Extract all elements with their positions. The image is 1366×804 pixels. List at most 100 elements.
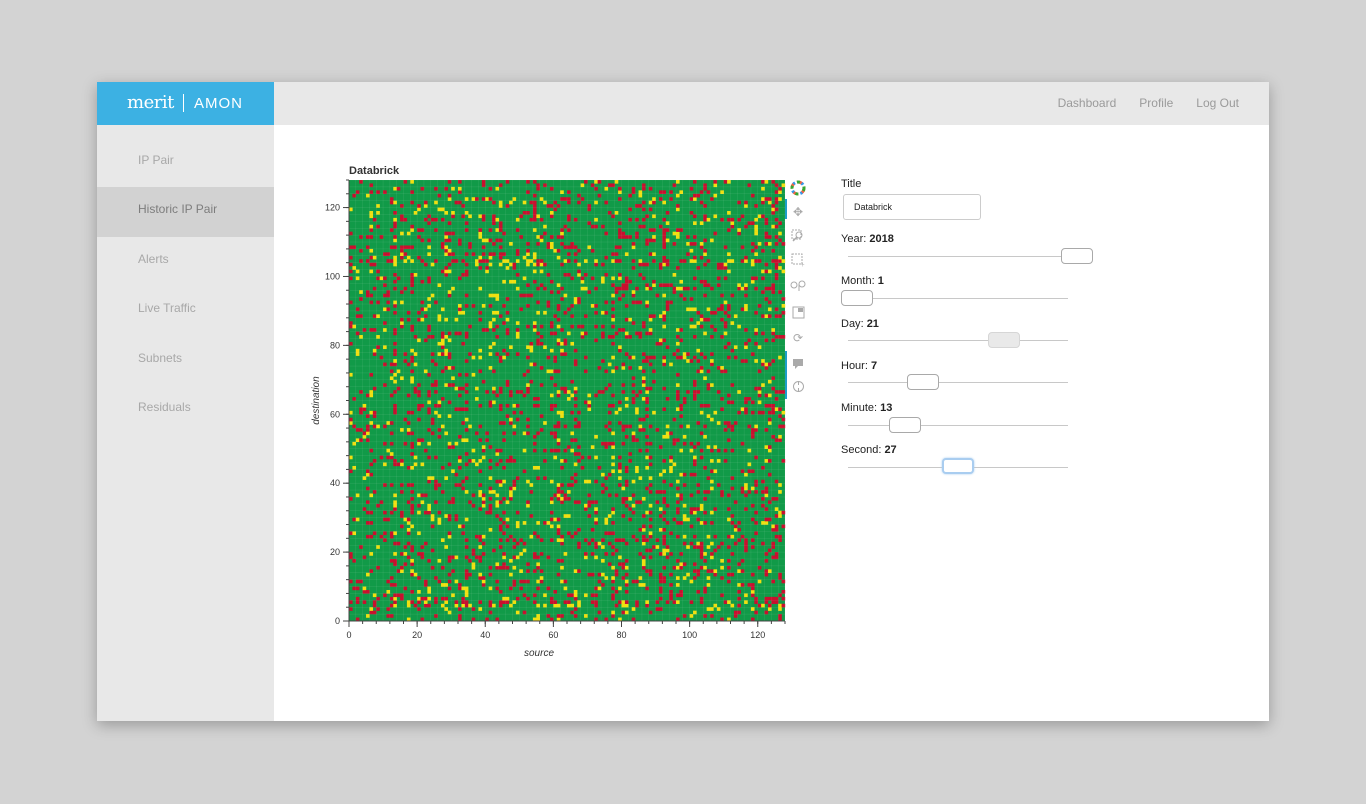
minute-slider-handle[interactable] — [889, 417, 922, 433]
heatmap-cell-red — [410, 283, 414, 288]
heatmap-cell-yellow — [767, 607, 772, 611]
heatmap-cell-red — [584, 314, 588, 319]
crosshair-icon[interactable] — [788, 376, 808, 396]
wheel-zoom-icon[interactable] — [788, 276, 808, 296]
heatmap-cell-red — [744, 507, 748, 511]
heatmap-cell-yellow — [611, 259, 615, 263]
heatmap-cell-red — [417, 417, 421, 422]
heatmap-cell-red — [778, 576, 782, 580]
heatmap-cell-red — [532, 204, 537, 208]
heatmap-cell-red — [703, 217, 707, 222]
heatmap-cell-red — [556, 558, 561, 563]
heatmap-cell-red — [573, 472, 578, 477]
heatmap-cell-red — [464, 335, 469, 339]
heatmap-cell-red — [440, 369, 445, 374]
year-slider-track[interactable] — [848, 256, 1068, 257]
hour-slider-track[interactable] — [848, 382, 1068, 383]
title-input[interactable] — [843, 194, 981, 220]
heatmap-cell-red — [349, 469, 353, 474]
minute-slider-track[interactable] — [848, 425, 1068, 426]
nav-dashboard-link[interactable]: Dashboard — [1058, 96, 1117, 110]
heatmap-cell-yellow — [611, 576, 615, 580]
nav-logout-link[interactable]: Log Out — [1196, 96, 1239, 110]
box-select-icon[interactable]: + — [788, 250, 808, 270]
heatmap-cell-red — [665, 555, 670, 560]
heatmap-cell-yellow — [737, 283, 741, 288]
heatmap-cell-yellow — [512, 279, 517, 284]
heatmap-cell-yellow — [444, 607, 448, 611]
heatmap-cell-red — [648, 490, 653, 494]
heatmap-cell-red — [624, 335, 629, 339]
heatmap-cell-red — [703, 589, 707, 594]
month-slider-handle[interactable] — [841, 290, 873, 306]
heatmap-cell-red — [413, 603, 418, 608]
heatmap-cell-red — [403, 417, 408, 422]
heatmap-cell-red — [750, 410, 755, 415]
heatmap-cell-red — [767, 548, 772, 553]
heatmap-cell-red — [464, 304, 469, 308]
heatmap-cell-red — [393, 541, 397, 546]
heatmap-cell-red — [495, 238, 500, 243]
heatmap-cell-red — [720, 317, 724, 322]
heatmap-cell-yellow — [485, 238, 489, 243]
heatmap-cell-yellow — [481, 579, 486, 584]
save-icon[interactable] — [788, 302, 808, 322]
heatmap-cell-yellow — [560, 190, 564, 194]
heatmap-cell-red — [740, 359, 745, 363]
heatmap-cell-red — [406, 431, 411, 436]
heatmap-cell-red — [628, 459, 632, 463]
heatmap-cell-red — [417, 383, 421, 387]
day-slider-handle[interactable] — [988, 332, 1021, 348]
box-zoom-icon[interactable] — [788, 226, 808, 246]
heatmap-cell-yellow — [567, 514, 571, 518]
heatmap-cell-red — [488, 572, 493, 577]
hover-icon[interactable] — [788, 354, 808, 374]
heatmap-cell-yellow — [761, 197, 765, 201]
heatmap-cell-red — [563, 224, 568, 229]
heatmap-cell-yellow — [587, 245, 592, 250]
heatmap-cell-red — [447, 352, 452, 356]
heatmap-cell-red — [362, 555, 367, 560]
heatmap-cell-red — [771, 338, 775, 343]
month-slider-track[interactable] — [848, 298, 1068, 299]
heatmap-cell-red — [584, 369, 588, 374]
heatmap-cell-red — [389, 259, 394, 263]
heatmap-cell-red — [464, 383, 469, 387]
pan-icon[interactable]: ✥ — [788, 202, 808, 222]
heatmap-cell-yellow — [440, 338, 445, 343]
heatmap-cell-yellow — [492, 400, 496, 405]
heatmap-cell-yellow — [355, 276, 360, 281]
heatmap-cell-red — [703, 490, 707, 494]
heatmap-cell-red — [502, 304, 506, 308]
heatmap-cell-red — [349, 262, 353, 267]
heatmap-cell-yellow — [665, 431, 670, 436]
heatmap-cell-red — [420, 307, 425, 312]
heatmap-cell-red — [638, 500, 643, 505]
logo-icon[interactable] — [788, 178, 808, 198]
heatmap-cell-red — [594, 541, 598, 546]
heatmap-cell-yellow — [471, 459, 476, 463]
heatmap-cell-yellow — [693, 259, 697, 263]
heatmap-chart[interactable]: 0 20 40 60 80 100 120020406080100120sourcedest… — [97, 82, 837, 682]
heatmap-cell-red — [727, 421, 731, 425]
heatmap-cell-red — [679, 403, 684, 408]
heatmap-cell-red — [539, 324, 544, 329]
heatmap-cell-red — [410, 200, 414, 205]
heatmap-cell-red — [376, 503, 380, 508]
year-slider-handle[interactable] — [1061, 248, 1093, 264]
heatmap-cell-red — [430, 421, 435, 425]
heatmap-cell-red — [458, 583, 462, 587]
hour-slider-handle[interactable] — [907, 374, 939, 390]
second-slider-handle[interactable] — [942, 458, 975, 474]
nav-profile-link[interactable]: Profile — [1139, 96, 1173, 110]
heatmap-cell-yellow — [515, 217, 520, 222]
heatmap-cell-red — [693, 255, 697, 260]
heatmap-cell-red — [458, 307, 462, 312]
heatmap-cell-yellow — [730, 534, 735, 539]
heatmap-cell-red — [563, 310, 568, 315]
heatmap-cell-yellow — [686, 572, 690, 577]
reset-icon[interactable]: ⟳ — [788, 328, 808, 348]
heatmap-cell-yellow — [393, 186, 397, 191]
heatmap-cell-red — [400, 204, 404, 208]
day-slider-track[interactable] — [848, 340, 1068, 341]
